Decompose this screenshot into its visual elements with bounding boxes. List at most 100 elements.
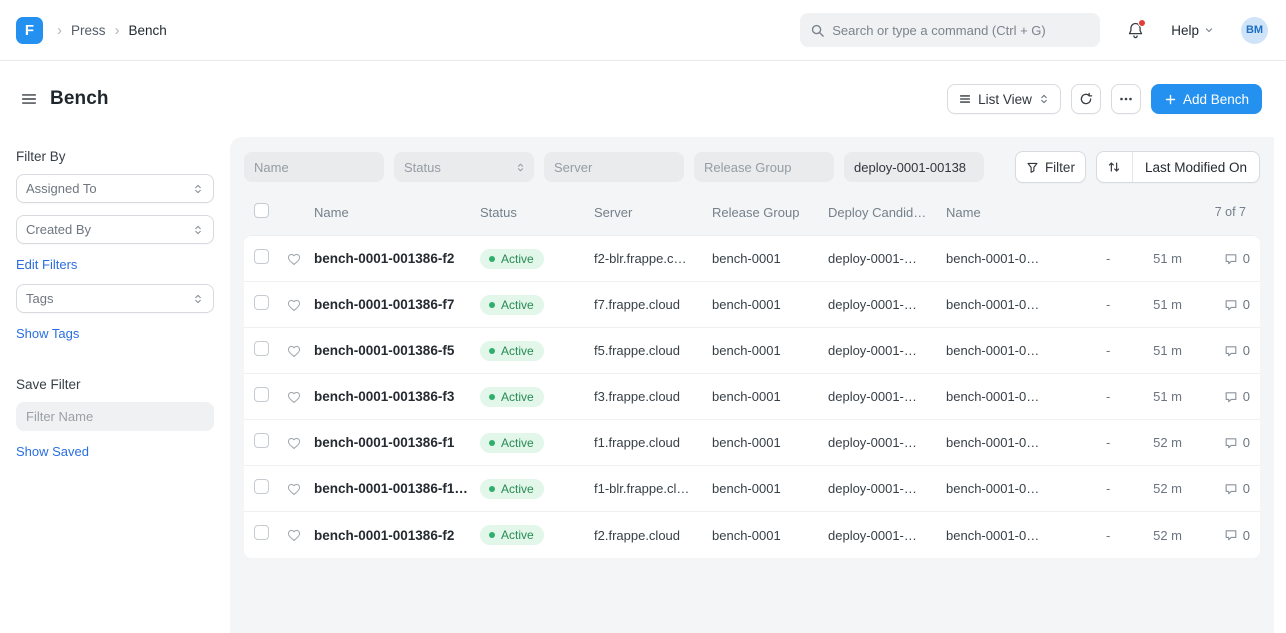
status-filter-select[interactable]: Status: [394, 152, 534, 182]
created-by-select[interactable]: Created By: [16, 215, 214, 244]
comment-bubble-icon: [1224, 344, 1238, 358]
filter-name-input[interactable]: [16, 402, 214, 431]
edit-filters-link[interactable]: Edit Filters: [16, 257, 77, 272]
favorite-heart-icon[interactable]: [286, 297, 314, 313]
empty-value-cell: -: [1106, 343, 1134, 358]
comments-cell[interactable]: 0: [1190, 343, 1250, 358]
status-label: Active: [501, 482, 534, 496]
add-bench-button[interactable]: Add Bench: [1151, 84, 1262, 114]
filter-bar: Status Filter Last Modified On: [244, 151, 1260, 183]
status-cell: Active: [480, 295, 594, 315]
sort-control: Last Modified On: [1096, 151, 1260, 183]
row-checkbox[interactable]: [254, 387, 269, 402]
refresh-button[interactable]: [1071, 84, 1101, 114]
help-menu[interactable]: Help: [1171, 23, 1215, 38]
row-checkbox[interactable]: [254, 341, 269, 356]
comment-count: 0: [1243, 435, 1250, 450]
favorite-heart-icon[interactable]: [286, 343, 314, 359]
user-avatar[interactable]: BM: [1241, 17, 1268, 44]
filter-button[interactable]: Filter: [1015, 151, 1086, 183]
status-badge: Active: [480, 479, 544, 499]
notifications-bell-icon[interactable]: [1126, 21, 1145, 40]
tags-select[interactable]: Tags: [16, 284, 214, 313]
list-view-selector[interactable]: List View: [947, 84, 1061, 114]
comments-cell[interactable]: 0: [1190, 297, 1250, 312]
column-server: Server: [594, 205, 712, 220]
deploy-candidate-cell: deploy-0001-…: [828, 528, 946, 543]
row-checkbox[interactable]: [254, 295, 269, 310]
status-label: Active: [501, 436, 534, 450]
column-release-group: Release Group: [712, 205, 828, 220]
global-search[interactable]: [800, 13, 1100, 47]
name2-cell: bench-0001-0…: [946, 343, 1106, 358]
modified-time-cell: 51 m: [1134, 297, 1190, 312]
table-row[interactable]: bench-0001-001386-f2 Active f2.frappe.cl…: [244, 512, 1260, 558]
name2-cell: bench-0001-0…: [946, 435, 1106, 450]
name2-cell: bench-0001-0…: [946, 389, 1106, 404]
empty-value-cell: -: [1106, 389, 1134, 404]
select-all-checkbox[interactable]: [254, 203, 269, 218]
table-row[interactable]: bench-0001-001386-f1… Active f1-blr.frap…: [244, 466, 1260, 512]
comments-cell[interactable]: 0: [1190, 435, 1250, 450]
column-deploy-candidate: Deploy Candid…: [828, 205, 946, 220]
comments-cell[interactable]: 0: [1190, 481, 1250, 496]
favorite-heart-icon[interactable]: [286, 251, 314, 267]
name-filter-input[interactable]: [244, 152, 384, 182]
comment-bubble-icon: [1224, 528, 1238, 542]
table-row[interactable]: bench-0001-001386-f5 Active f5.frappe.cl…: [244, 328, 1260, 374]
table-row[interactable]: bench-0001-001386-f3 Active f3.frappe.cl…: [244, 374, 1260, 420]
deploy-candidate-cell: deploy-0001-…: [828, 297, 946, 312]
release-group-cell: bench-0001: [712, 251, 828, 266]
comment-bubble-icon: [1224, 390, 1238, 404]
modified-time-cell: 52 m: [1134, 481, 1190, 496]
modified-time-cell: 52 m: [1134, 528, 1190, 543]
sort-by-selector[interactable]: Last Modified On: [1133, 160, 1259, 175]
table-row[interactable]: bench-0001-001386-f7 Active f7.frappe.cl…: [244, 282, 1260, 328]
server-cell: f7.frappe.cloud: [594, 297, 712, 312]
deploy-candidate-filter-input[interactable]: [844, 152, 984, 182]
chevron-updown-icon: [192, 183, 204, 195]
favorite-heart-icon[interactable]: [286, 435, 314, 451]
status-cell: Active: [480, 433, 594, 453]
show-saved-link[interactable]: Show Saved: [16, 444, 89, 459]
spacer: [16, 365, 214, 377]
favorite-heart-icon[interactable]: [286, 481, 314, 497]
row-checkbox[interactable]: [254, 479, 269, 494]
favorite-heart-icon[interactable]: [286, 389, 314, 405]
favorite-heart-icon[interactable]: [286, 527, 314, 543]
row-checkbox[interactable]: [254, 433, 269, 448]
chevron-updown-icon: [192, 293, 204, 305]
table-row[interactable]: bench-0001-001386-f2 Active f2-blr.frapp…: [244, 236, 1260, 282]
app-logo-icon[interactable]: F: [16, 17, 43, 44]
column-name: Name: [314, 205, 480, 220]
bench-name: bench-0001-001386-f2: [314, 251, 480, 266]
deploy-candidate-cell: deploy-0001-…: [828, 343, 946, 358]
breadcrumb-bench[interactable]: Bench: [129, 23, 167, 38]
show-tags-link[interactable]: Show Tags: [16, 326, 79, 341]
comments-cell[interactable]: 0: [1190, 389, 1250, 404]
chevron-updown-icon: [1038, 93, 1050, 105]
status-dot-icon: [489, 302, 495, 308]
table-header: Name Status Server Release Group Deploy …: [244, 183, 1260, 235]
server-filter-input[interactable]: [544, 152, 684, 182]
row-checkbox[interactable]: [254, 525, 269, 540]
modified-time-cell: 52 m: [1134, 435, 1190, 450]
comment-bubble-icon: [1224, 252, 1238, 266]
release-group-cell: bench-0001: [712, 297, 828, 312]
status-cell: Active: [480, 479, 594, 499]
sort-direction-icon[interactable]: [1097, 152, 1133, 182]
list-panel: Status Filter Last Modified On: [230, 137, 1274, 633]
assigned-to-select[interactable]: Assigned To: [16, 174, 214, 203]
release-group-filter-input[interactable]: [694, 152, 834, 182]
comments-cell[interactable]: 0: [1190, 528, 1250, 543]
search-input[interactable]: [832, 23, 1090, 38]
table-row[interactable]: bench-0001-001386-f1 Active f1.frappe.cl…: [244, 420, 1260, 466]
more-options-button[interactable]: [1111, 84, 1141, 114]
status-label: Active: [501, 252, 534, 266]
status-dot-icon: [489, 256, 495, 262]
status-label: Active: [501, 298, 534, 312]
breadcrumb-press[interactable]: Press: [71, 23, 106, 38]
comments-cell[interactable]: 0: [1190, 251, 1250, 266]
sidebar-toggle-icon[interactable]: [16, 86, 42, 112]
row-checkbox[interactable]: [254, 249, 269, 264]
